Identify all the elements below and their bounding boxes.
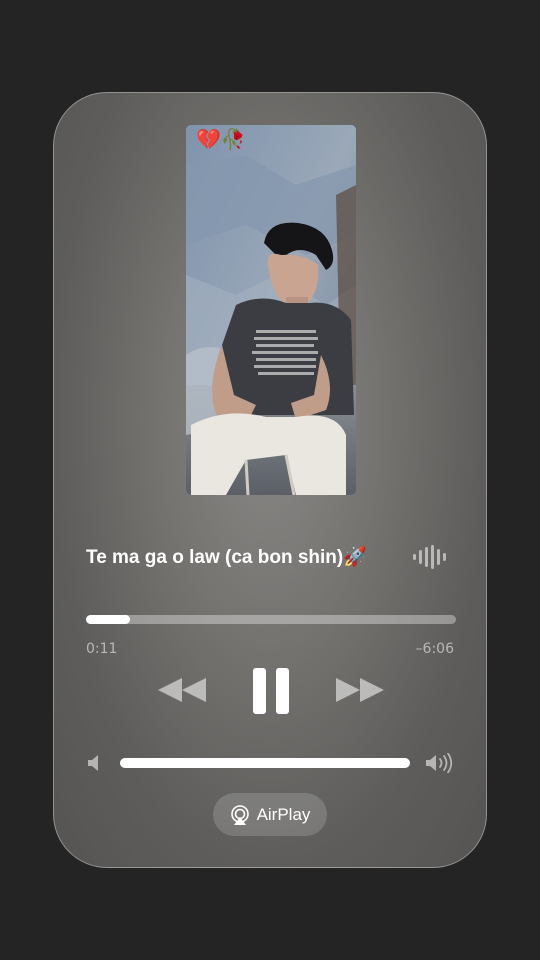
fast-forward-button[interactable] xyxy=(334,676,386,704)
pause-icon xyxy=(253,668,289,714)
artwork-photo xyxy=(186,125,356,495)
volume-level-fill xyxy=(120,758,410,768)
airplay-button[interactable]: AirPlay xyxy=(213,793,327,836)
track-title[interactable]: Te ma ga o law (ca bon shin)🚀 xyxy=(86,545,367,569)
remaining-time: –6:06 xyxy=(415,641,454,657)
rewind-icon xyxy=(158,678,206,702)
pause-button[interactable] xyxy=(252,667,290,715)
airplay-icon xyxy=(230,804,249,825)
waveform-icon[interactable] xyxy=(412,545,446,569)
speaker-high-icon xyxy=(426,753,453,773)
now-playing-card: 💔🥀 Te ma ga o law (ca bon shin)🚀 0:11 –6… xyxy=(53,92,487,868)
playback-scrubber[interactable] xyxy=(86,615,456,624)
artwork-overlay-text: 💔🥀 xyxy=(196,127,246,151)
playback-progress-fill xyxy=(86,615,131,624)
speaker-low-icon xyxy=(88,755,98,771)
airplay-label: AirPlay xyxy=(256,804,311,824)
volume-slider[interactable] xyxy=(120,758,410,768)
fast-forward-icon xyxy=(336,678,384,702)
elapsed-time: 0:11 xyxy=(86,641,118,657)
rewind-button[interactable] xyxy=(156,676,208,704)
album-artwork[interactable]: 💔🥀 xyxy=(186,125,356,495)
